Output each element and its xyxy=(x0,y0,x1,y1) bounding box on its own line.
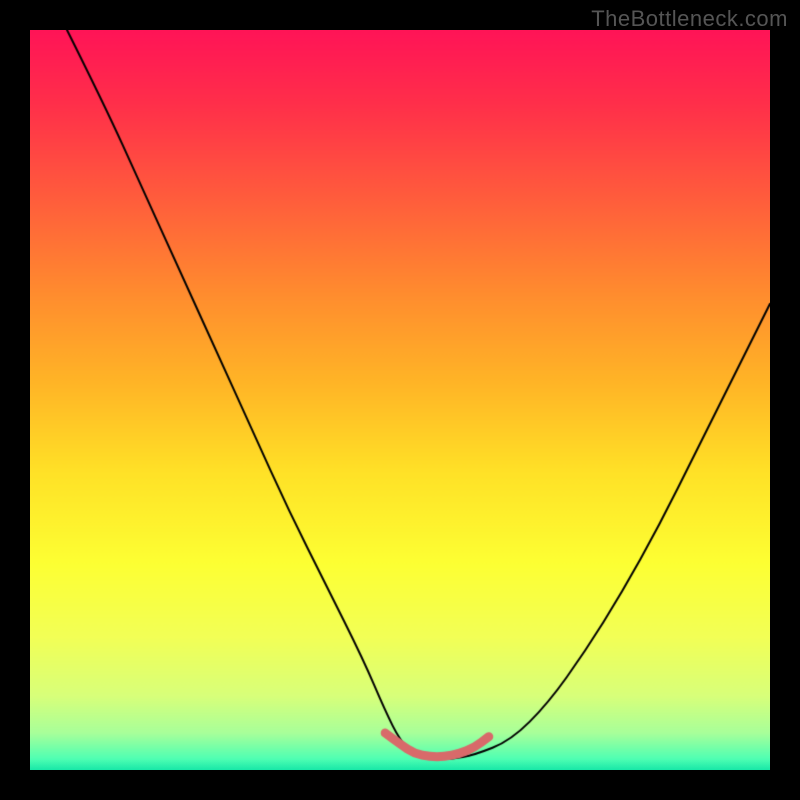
plot-area xyxy=(30,30,770,770)
watermark-text: TheBottleneck.com xyxy=(591,6,788,32)
curve-canvas xyxy=(30,30,770,770)
chart-frame: TheBottleneck.com xyxy=(0,0,800,800)
